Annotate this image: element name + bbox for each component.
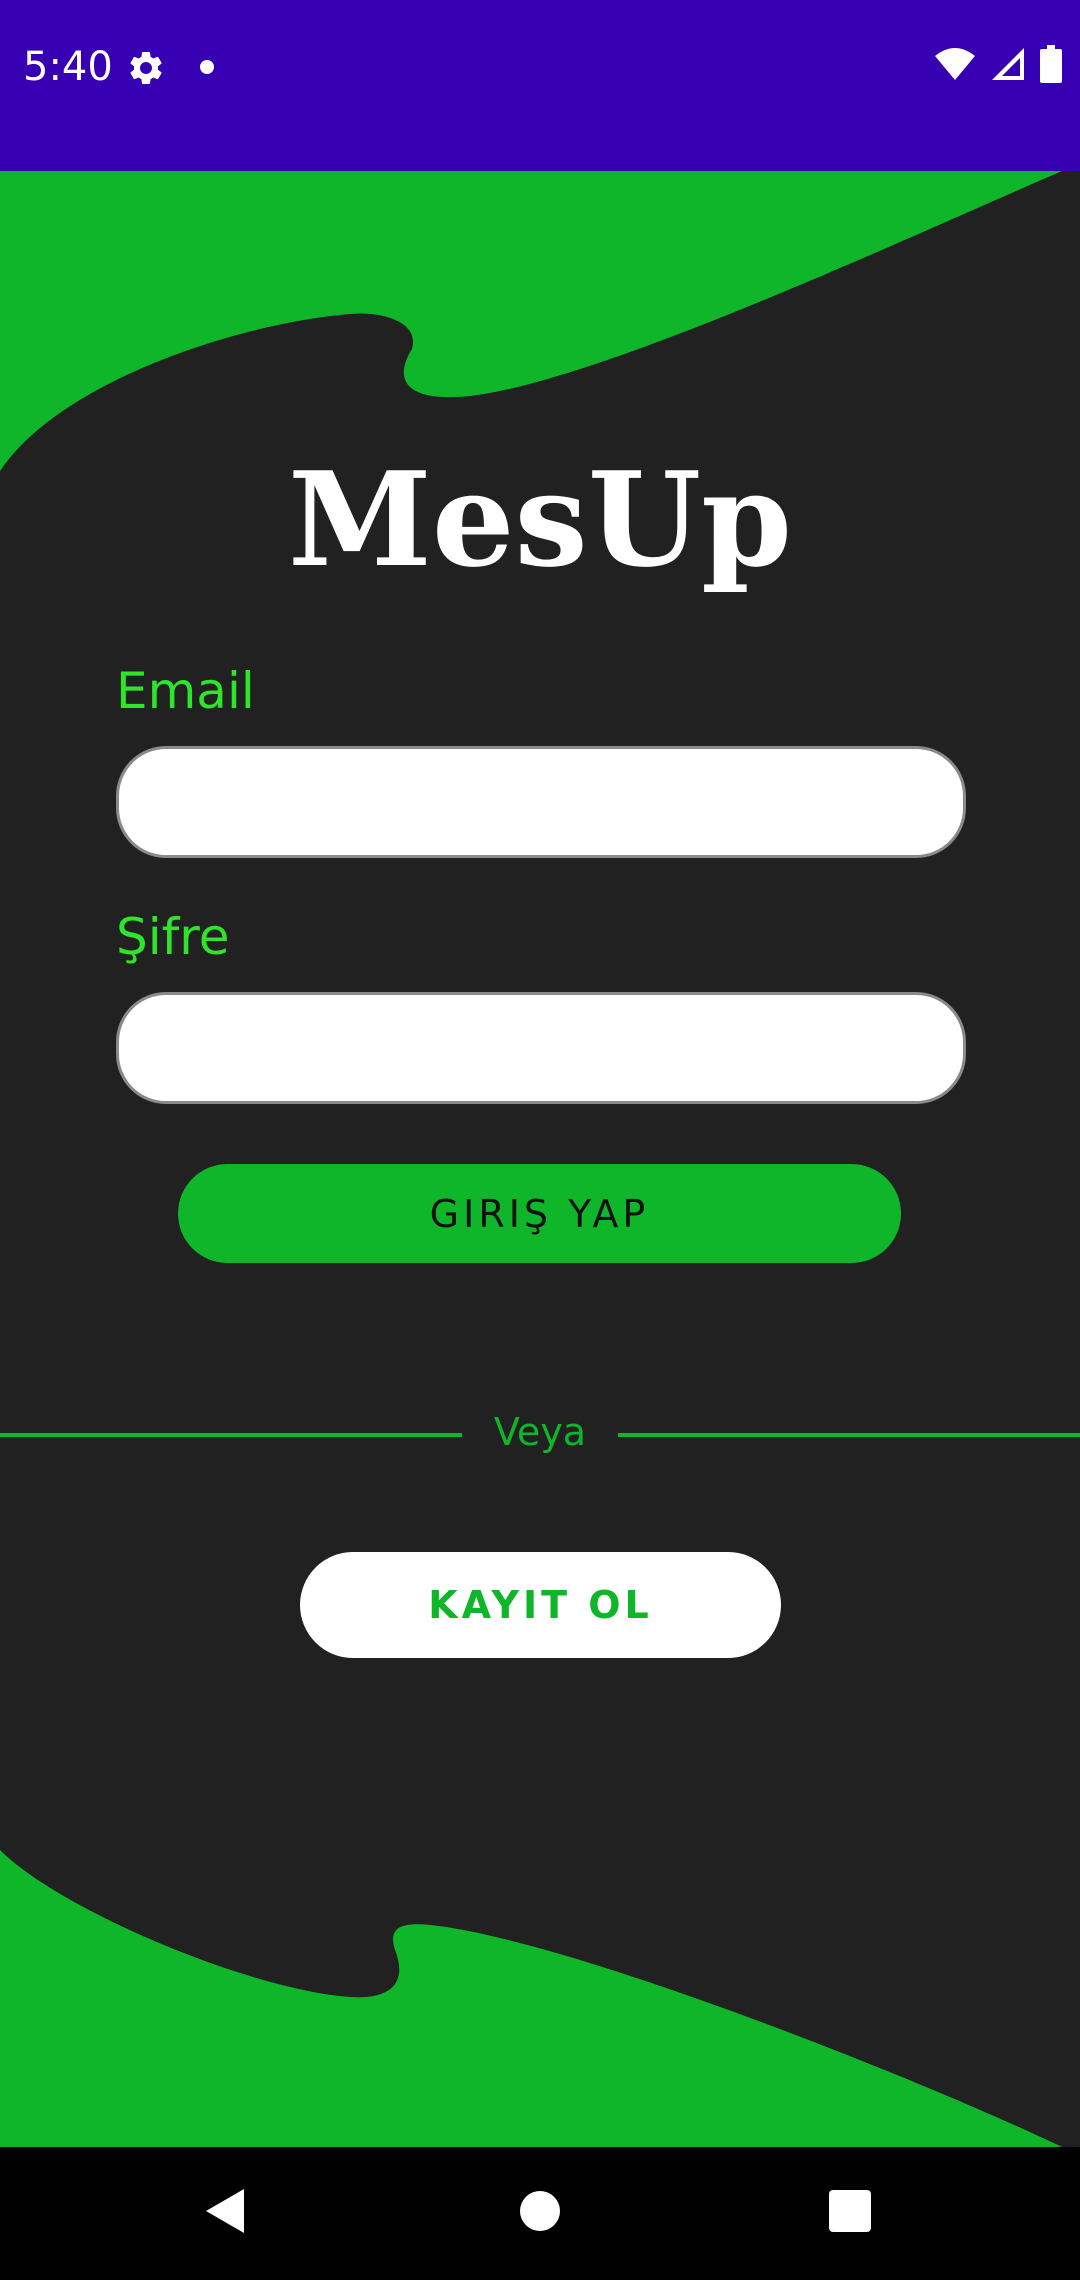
divider-line-right [618, 1433, 1080, 1437]
status-time: 5:40 [23, 44, 113, 90]
email-label: Email [116, 662, 255, 720]
signal-icon [990, 46, 1026, 87]
register-button[interactable]: KAYIT OL [300, 1552, 781, 1658]
home-button[interactable] [470, 2147, 610, 2280]
back-button[interactable] [156, 2147, 296, 2280]
notification-dot-icon [200, 60, 214, 74]
back-icon [204, 2187, 248, 2240]
password-label: Şifre [116, 908, 230, 966]
gear-icon [126, 48, 166, 88]
login-screen: 5:40 MesUp Email Şifre GIRIŞ YAP Veya KA… [0, 0, 1080, 2280]
top-wave-decoration [0, 171, 1062, 471]
home-icon [519, 2190, 561, 2237]
status-bar: 5:40 [0, 0, 1080, 171]
password-field[interactable] [116, 992, 966, 1104]
status-icons [934, 44, 1062, 88]
email-field[interactable] [116, 746, 966, 858]
divider-text: Veya [493, 1410, 587, 1454]
recents-button[interactable] [780, 2147, 920, 2280]
wifi-icon [934, 46, 976, 87]
login-button[interactable]: GIRIŞ YAP [178, 1164, 901, 1263]
bottom-wave-decoration [0, 1850, 1062, 2147]
app-title: MesUp [287, 443, 793, 596]
recents-icon [829, 2190, 871, 2237]
divider-line-left [0, 1433, 462, 1437]
navigation-bar [0, 2147, 1080, 2280]
battery-icon [1040, 44, 1062, 88]
